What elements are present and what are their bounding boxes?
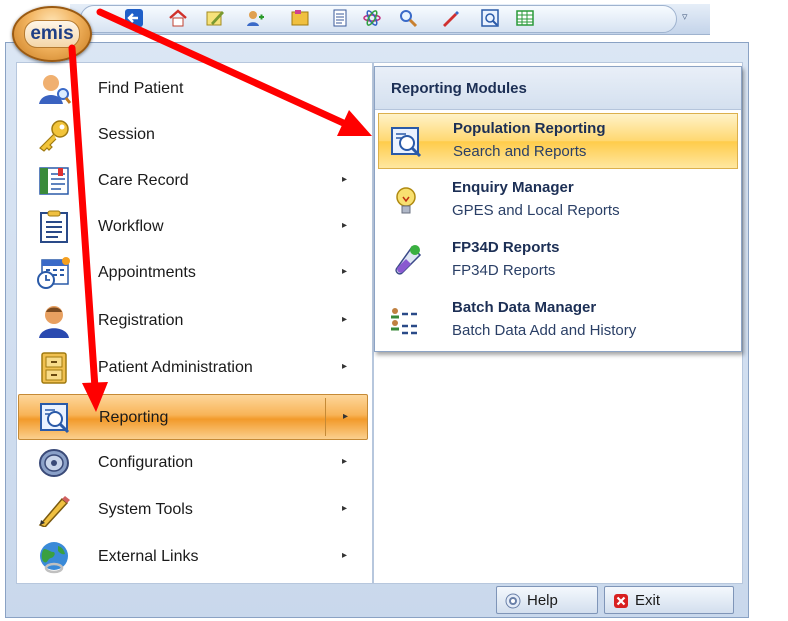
submenu-item-subtitle: Batch Data Add and History bbox=[452, 322, 637, 339]
globe-icon bbox=[36, 540, 72, 574]
customize-toolbar-arrow[interactable]: ▿ bbox=[682, 10, 688, 23]
table-icon[interactable] bbox=[515, 8, 535, 28]
menu-item-session[interactable]: Session ▸ bbox=[18, 112, 368, 158]
menu-item-label: Reporting bbox=[99, 409, 169, 426]
back-arrow-icon[interactable] bbox=[124, 8, 144, 28]
menu-item-external-links[interactable]: External Links ▸ bbox=[18, 534, 368, 580]
submenu-arrow-icon: ▸ bbox=[342, 220, 348, 231]
menu-item-patient-administration[interactable]: Patient Administration ▸ bbox=[18, 345, 368, 391]
menu-item-label: Care Record bbox=[98, 172, 189, 189]
menu-item-system-tools[interactable]: System Tools ▸ bbox=[18, 487, 368, 533]
submenu-item-population-reporting[interactable]: Population Reporting Search and Reports bbox=[378, 113, 738, 169]
search-icon[interactable] bbox=[398, 8, 418, 28]
submenu-item-subtitle: FP34D Reports bbox=[452, 262, 556, 279]
split-divider bbox=[325, 398, 326, 436]
pencil-icon bbox=[36, 493, 72, 527]
reporting-icon bbox=[37, 401, 73, 435]
submenu-item-title: Population Reporting bbox=[453, 120, 606, 137]
submenu-arrow-icon: ▸ bbox=[342, 314, 348, 325]
submenu-arrow-icon[interactable]: ▸ bbox=[343, 411, 348, 422]
menu-item-configuration[interactable]: Configuration ▸ bbox=[18, 440, 368, 486]
folder-icon[interactable] bbox=[290, 8, 310, 28]
submenu-arrow-icon: ▸ bbox=[342, 128, 348, 139]
menu-item-label: Find Patient bbox=[98, 80, 184, 97]
menu-item-appointments[interactable]: Appointments ▸ bbox=[18, 250, 368, 296]
submenu-header: Reporting Modules bbox=[375, 67, 741, 110]
menu-item-label: Appointments bbox=[98, 264, 196, 281]
reporting-submenu: Reporting Modules Population Reporting S… bbox=[374, 66, 742, 352]
calendar-clock-icon bbox=[36, 256, 72, 290]
edit-icon[interactable] bbox=[205, 8, 225, 28]
batch-list-icon bbox=[388, 303, 424, 339]
submenu-item-subtitle: Search and Reports bbox=[453, 143, 587, 160]
exit-button-label: Exit bbox=[635, 592, 661, 609]
menu-item-find-patient[interactable]: Find Patient bbox=[18, 66, 368, 112]
pen-icon[interactable] bbox=[440, 8, 460, 28]
menu-item-label: Workflow bbox=[98, 218, 164, 235]
help-icon bbox=[505, 593, 521, 609]
care-record-icon bbox=[36, 164, 72, 198]
menu-item-care-record[interactable]: Care Record ▸ bbox=[18, 158, 368, 204]
submenu-item-batch-data-manager[interactable]: Batch Data Manager Batch Data Add and Hi… bbox=[378, 293, 738, 349]
document-icon[interactable] bbox=[330, 8, 350, 28]
test-tube-icon bbox=[388, 243, 424, 279]
configuration-icon bbox=[36, 446, 72, 480]
submenu-title: Reporting Modules bbox=[391, 80, 527, 97]
submenu-item-fp34d-reports[interactable]: FP34D Reports FP34D Reports bbox=[378, 233, 738, 289]
menu-item-label: Registration bbox=[98, 312, 184, 329]
submenu-item-subtitle: GPES and Local Reports bbox=[452, 202, 620, 219]
workflow-icon bbox=[36, 210, 72, 244]
quick-access-toolbar: ▿ bbox=[0, 0, 788, 48]
menu-item-label: External Links bbox=[98, 548, 199, 565]
person-icon bbox=[36, 304, 72, 338]
filing-cabinet-icon bbox=[36, 351, 72, 385]
help-button-label: Help bbox=[527, 592, 558, 609]
close-icon bbox=[613, 593, 629, 609]
emis-logo: emis bbox=[24, 20, 80, 48]
submenu-item-title: Enquiry Manager bbox=[452, 179, 574, 196]
menu-item-reporting[interactable]: Reporting ▸ bbox=[18, 394, 368, 440]
menu-item-workflow[interactable]: Workflow ▸ bbox=[18, 204, 368, 250]
exit-button[interactable]: Exit bbox=[604, 586, 734, 614]
blank-area bbox=[380, 352, 650, 442]
population-report-icon bbox=[389, 124, 425, 160]
patient-icon[interactable] bbox=[245, 8, 265, 28]
help-button[interactable]: Help bbox=[496, 586, 598, 614]
submenu-item-enquiry-manager[interactable]: Enquiry Manager GPES and Local Reports bbox=[378, 173, 738, 229]
menu-item-label: Patient Administration bbox=[98, 359, 253, 376]
submenu-arrow-icon: ▸ bbox=[342, 361, 348, 372]
menu-item-label: Configuration bbox=[98, 454, 194, 471]
logo-text: emis bbox=[30, 23, 74, 44]
report-icon[interactable] bbox=[480, 8, 500, 28]
submenu-arrow-icon: ▸ bbox=[342, 456, 348, 467]
find-patient-icon bbox=[36, 72, 72, 106]
home-icon[interactable] bbox=[168, 8, 188, 28]
atom-icon[interactable] bbox=[362, 8, 382, 28]
lightbulb-icon bbox=[388, 183, 424, 219]
application-orb-button[interactable]: emis bbox=[12, 6, 92, 62]
key-icon bbox=[36, 118, 72, 152]
submenu-arrow-icon: ▸ bbox=[342, 503, 348, 514]
submenu-arrow-icon: ▸ bbox=[342, 174, 348, 185]
submenu-item-title: Batch Data Manager bbox=[452, 299, 597, 316]
submenu-arrow-icon: ▸ bbox=[342, 550, 348, 561]
submenu-arrow-icon: ▸ bbox=[342, 266, 348, 277]
submenu-item-title: FP34D Reports bbox=[452, 239, 560, 256]
menu-item-registration[interactable]: Registration ▸ bbox=[18, 298, 368, 344]
menu-item-label: System Tools bbox=[98, 501, 193, 518]
menu-item-label: Session bbox=[98, 126, 155, 143]
